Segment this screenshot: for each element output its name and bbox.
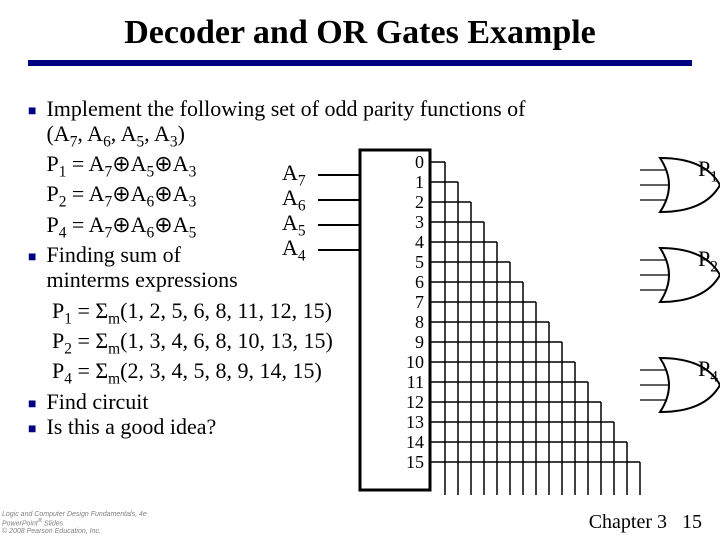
svg-text:4: 4 [415, 232, 424, 252]
svg-text:3: 3 [415, 212, 424, 232]
svg-text:10: 10 [406, 352, 424, 372]
svg-text:14: 14 [406, 432, 424, 452]
svg-text:5: 5 [415, 252, 424, 272]
slide-title: Decoder and OR Gates Example [0, 0, 720, 52]
svg-text:7: 7 [415, 292, 424, 312]
circuit-diagram: 0123 4567 891011 12131415 [300, 140, 720, 510]
gate-label-p2: P2 [698, 246, 718, 276]
footer-credits: Logic and Computer Design Fundamentals, … [2, 511, 147, 536]
eq-p2: P2 = A7⊕A6⊕A3 [46, 181, 196, 206]
svg-text:0: 0 [415, 152, 424, 172]
eq-p1: P1 = A7⊕A5⊕A3 [46, 151, 196, 176]
gate-label-p4: P4 [698, 356, 718, 386]
svg-text:9: 9 [415, 332, 424, 352]
gate-label-p1: P1 [698, 156, 718, 186]
bullet2-a: Finding sum of [46, 242, 180, 267]
svg-text:15: 15 [406, 452, 424, 472]
bullet2-b: minterms expressions [46, 267, 237, 292]
bullet1-line1: Implement the following set of odd parit… [46, 96, 525, 121]
svg-text:1: 1 [415, 172, 424, 192]
svg-text:8: 8 [415, 312, 424, 332]
svg-text:11: 11 [407, 372, 424, 392]
bullet-square: ■ [28, 420, 36, 436]
svg-text:2: 2 [415, 192, 424, 212]
bullet-square: ■ [28, 102, 36, 118]
eq-p4: P4 = A7⊕A6⊕A5 [46, 212, 196, 237]
bullet3: Find circuit [46, 389, 148, 414]
svg-text:13: 13 [406, 412, 424, 432]
bullet1-line2: (A7, A6, A5, A3) [46, 121, 184, 146]
footer-page: Chapter 3 15 [589, 511, 702, 534]
title-rule [28, 60, 692, 66]
svg-text:12: 12 [406, 392, 424, 412]
bullet4: Is this a good idea? [46, 414, 216, 439]
svg-text:6: 6 [415, 272, 424, 292]
bullet-square: ■ [28, 248, 36, 264]
bullet-square: ■ [28, 395, 36, 411]
